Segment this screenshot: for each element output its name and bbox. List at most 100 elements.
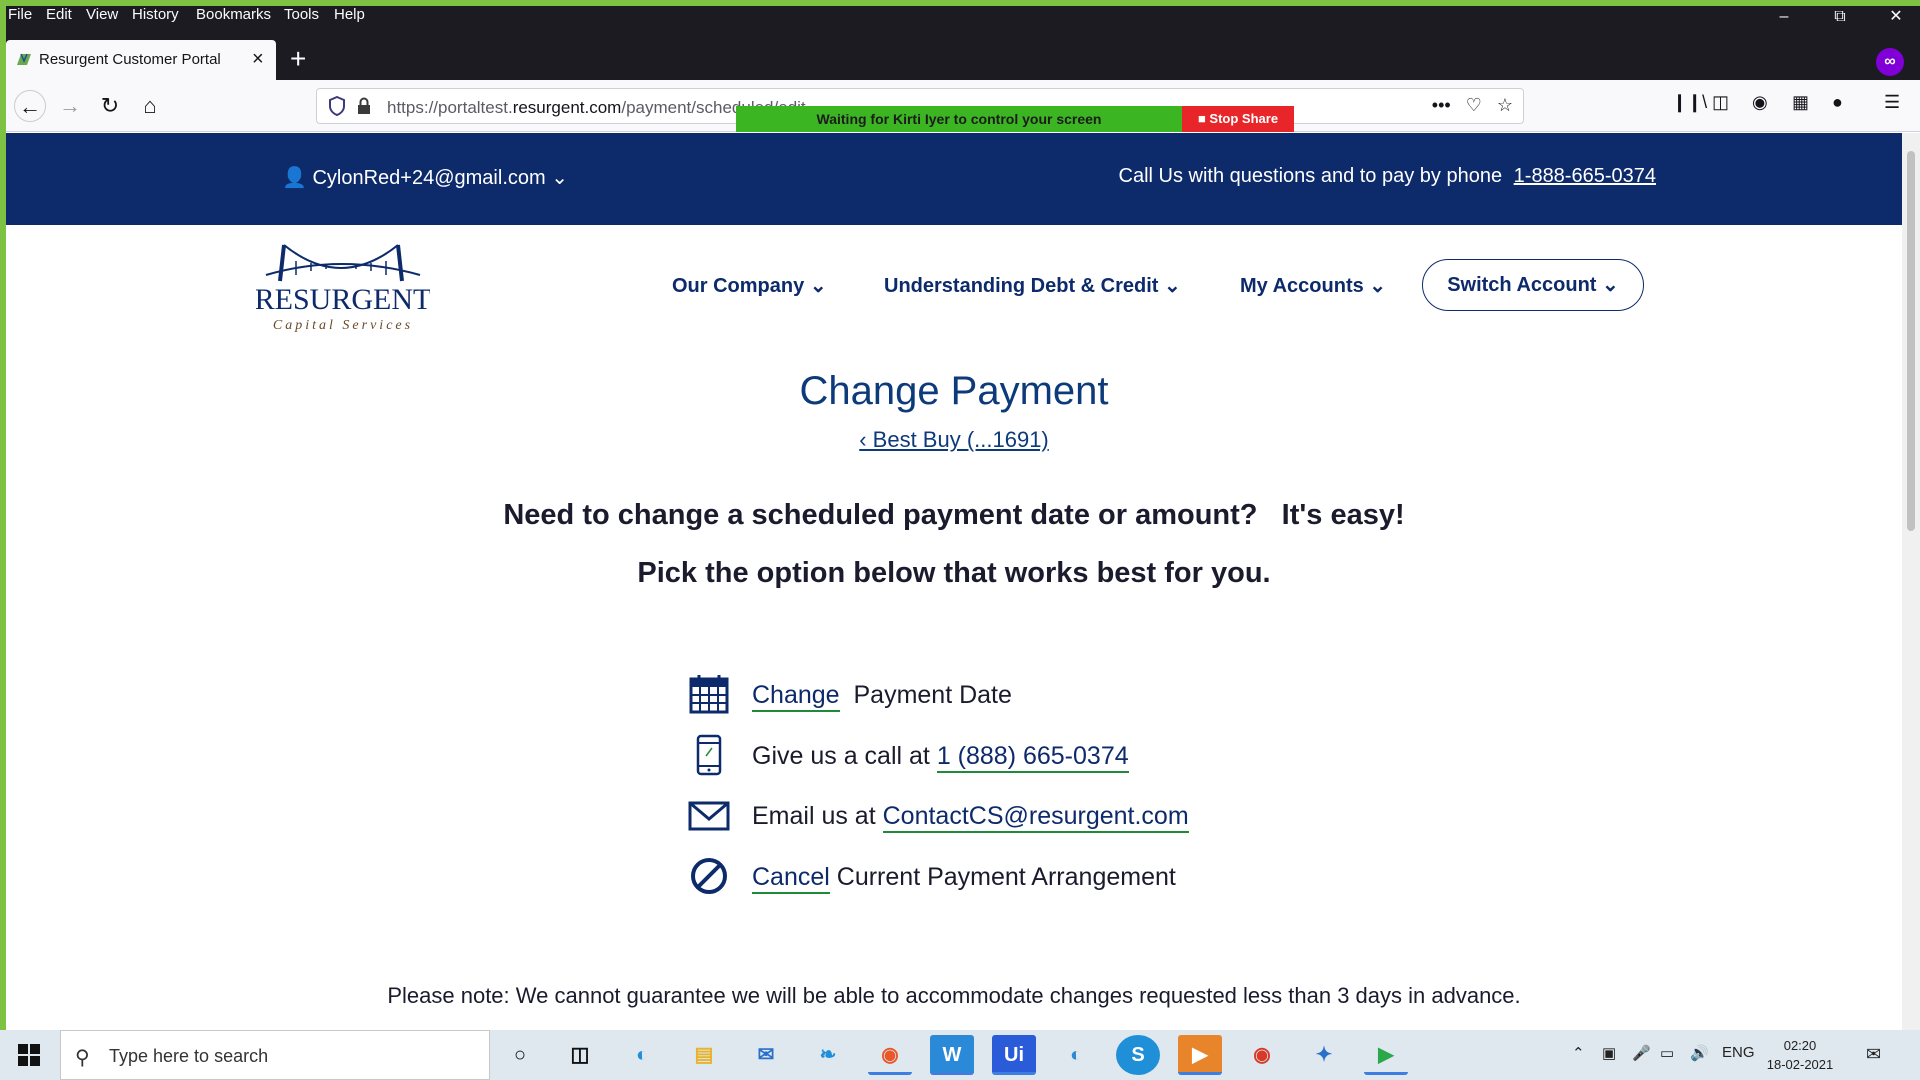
- cancel-circle-icon: [691, 858, 727, 894]
- edge-dev-icon[interactable]: ◐: [1054, 1035, 1098, 1075]
- cancel-arrangement-link[interactable]: Cancel: [752, 863, 830, 894]
- file-explorer-icon[interactable]: ▤: [682, 1035, 726, 1075]
- switch-account-button[interactable]: Switch Account ⌄: [1422, 259, 1644, 311]
- windows-start-icon[interactable]: [18, 1044, 40, 1066]
- menu-tools[interactable]: Tools: [284, 6, 319, 24]
- notifications-icon[interactable]: ✉: [1866, 1044, 1881, 1065]
- bookmark-star-icon[interactable]: ☆: [1497, 95, 1513, 115]
- system-clock[interactable]: 02:20 18-02-2021: [1760, 1036, 1840, 1074]
- tab-bar: Resurgent Customer Portal × + ∞: [6, 24, 1920, 80]
- menu-edit[interactable]: Edit: [46, 6, 72, 24]
- option-call-text: Give us a call at 1 (888) 665-0374: [752, 742, 1129, 773]
- nav-understanding-debt-credit[interactable]: Understanding Debt & Credit ⌄: [884, 273, 1181, 298]
- advance-notice-note: Please note: We cannot guarantee we will…: [387, 983, 1521, 1008]
- windows-taskbar: ⚲ Type here to search ○ ◫ ◐ ▤ ✉ ❧ ◉ W Ui…: [0, 1030, 1920, 1080]
- uipath-icon[interactable]: Ui: [992, 1035, 1036, 1075]
- user-menu[interactable]: 👤 CylonRed+24@gmail.com ⌄: [282, 165, 568, 190]
- menu-help[interactable]: Help: [334, 6, 365, 24]
- call-phone-link[interactable]: 1-888-665-0374: [1514, 165, 1656, 187]
- sidebar-icon[interactable]: ◫: [1712, 92, 1729, 113]
- pocket-icon[interactable]: ♡: [1466, 95, 1482, 115]
- cortana-icon[interactable]: ○: [498, 1035, 542, 1075]
- task-view-icon[interactable]: ◫: [558, 1035, 602, 1075]
- battery-icon[interactable]: ▭: [1660, 1044, 1674, 1062]
- menu-bar: File Edit View History Bookmarks Tools H…: [6, 6, 1920, 25]
- forward-arrow-icon[interactable]: →: [54, 90, 86, 122]
- writer-app-icon[interactable]: W: [930, 1035, 974, 1075]
- mobile-phone-icon: [696, 734, 722, 776]
- back-arrow-icon[interactable]: ←: [14, 90, 46, 122]
- chevron-down-icon: ⌄: [551, 167, 568, 189]
- stop-share-button[interactable]: ■ Stop Share: [1182, 106, 1294, 132]
- network-app-icon[interactable]: ✦: [1302, 1035, 1346, 1075]
- menu-view[interactable]: View: [86, 6, 118, 24]
- browser-window: File Edit View History Bookmarks Tools H…: [6, 6, 1920, 1030]
- call-number-link[interactable]: 1 (888) 665-0374: [936, 742, 1129, 773]
- bridge-logo-icon: RESURGENT Capital Services: [255, 244, 431, 333]
- language-indicator[interactable]: ENG: [1722, 1044, 1755, 1061]
- screen-share-banner: Waiting for Kirti Iyer to control your s…: [736, 106, 1294, 132]
- home-icon[interactable]: ⌂: [134, 90, 166, 122]
- chrome-icon[interactable]: ◉: [1240, 1035, 1284, 1075]
- calendar-icon: [689, 675, 729, 714]
- menu-history[interactable]: History: [132, 6, 179, 24]
- call-text: Call Us with questions and to pay by pho…: [1118, 165, 1503, 187]
- clock-date: 18-02-2021: [1766, 1057, 1834, 1072]
- private-mask-icon[interactable]: ∞: [1876, 48, 1904, 76]
- option-email-text: Email us at ContactCS@resurgent.com: [752, 802, 1189, 833]
- safari-compass-icon[interactable]: ❧: [806, 1035, 850, 1075]
- intro-line-1: Need to change a scheduled payment date …: [503, 499, 1405, 531]
- clock-time: 02:20: [1783, 1038, 1817, 1053]
- user-icon: 👤: [282, 167, 307, 189]
- user-email: CylonRed+24@gmail.com: [312, 167, 546, 189]
- search-icon: ⚲: [75, 1047, 90, 1069]
- screen-share-status: Waiting for Kirti Iyer to control your s…: [736, 106, 1182, 132]
- nav-my-accounts[interactable]: My Accounts ⌄: [1240, 273, 1386, 298]
- tracking-shield-icon[interactable]: [329, 96, 345, 116]
- zoom-icon[interactable]: ▶: [1178, 1035, 1222, 1075]
- option-change-text: Change Payment Date: [752, 681, 1012, 712]
- nav-our-company[interactable]: Our Company ⌄: [672, 273, 827, 298]
- scrollbar-thumb[interactable]: [1907, 151, 1915, 531]
- new-tab-icon[interactable]: +: [290, 44, 306, 74]
- speaker-icon[interactable]: 🔊: [1690, 1044, 1709, 1062]
- account-icon[interactable]: ◉: [1752, 92, 1768, 113]
- page-scrollbar[interactable]: [1902, 133, 1920, 1030]
- tab-title: Resurgent Customer Portal: [39, 51, 221, 68]
- page-actions-icon[interactable]: •••: [1432, 95, 1451, 115]
- skype-icon[interactable]: S: [1116, 1035, 1160, 1075]
- reload-icon[interactable]: ↻: [94, 90, 126, 122]
- web-page: 👤 CylonRed+24@gmail.com ⌄ Call Us with q…: [6, 133, 1902, 1030]
- email-link[interactable]: ContactCS@resurgent.com: [882, 802, 1189, 833]
- option-cancel-text: Cancel Current Payment Arrangement: [752, 863, 1176, 894]
- cookie-icon[interactable]: ●: [1832, 92, 1843, 113]
- menu-file[interactable]: File: [8, 6, 32, 24]
- hamburger-menu-icon[interactable]: ☰: [1884, 92, 1900, 113]
- tab-close-icon[interactable]: ×: [252, 48, 264, 71]
- logo-subtitle: Capital Services: [273, 318, 413, 333]
- library-icon[interactable]: ❙❙\: [1672, 92, 1707, 113]
- intro-line-2: Pick the option below that works best fo…: [637, 557, 1271, 589]
- account-header-band: 👤 CylonRed+24@gmail.com ⌄ Call Us with q…: [6, 133, 1902, 225]
- taskbar-search[interactable]: ⚲ Type here to search: [60, 1030, 490, 1080]
- lock-icon[interactable]: [357, 97, 371, 115]
- extension-icon[interactable]: ▦: [1792, 92, 1809, 113]
- back-link-container: ‹ Best Buy (...1691): [6, 427, 1902, 453]
- firefox-icon[interactable]: ◉: [868, 1035, 912, 1075]
- resurgent-logo[interactable]: RESURGENT Capital Services: [255, 241, 431, 337]
- chevron-down-icon: ⌄: [809, 275, 827, 297]
- media-player-icon[interactable]: ▶: [1364, 1035, 1408, 1075]
- tab-resurgent[interactable]: Resurgent Customer Portal ×: [6, 40, 276, 80]
- microphone-icon[interactable]: 🎤: [1632, 1044, 1651, 1062]
- search-placeholder: Type here to search: [109, 1046, 269, 1066]
- url-actions: ••• ♡ ☆: [1432, 95, 1513, 116]
- tray-chevron-up-icon[interactable]: ⌃: [1572, 1044, 1585, 1062]
- chevron-down-icon: ⌄: [1602, 274, 1619, 296]
- edge-icon[interactable]: ◐: [620, 1035, 664, 1075]
- change-date-link[interactable]: Change: [752, 681, 840, 712]
- tray-device-icon[interactable]: ▣: [1602, 1044, 1616, 1062]
- back-to-account-link[interactable]: ‹ Best Buy (...1691): [859, 427, 1049, 452]
- resurgent-favicon-icon: [17, 53, 31, 65]
- mail-icon[interactable]: ✉: [744, 1035, 788, 1075]
- menu-bookmarks[interactable]: Bookmarks: [196, 6, 271, 24]
